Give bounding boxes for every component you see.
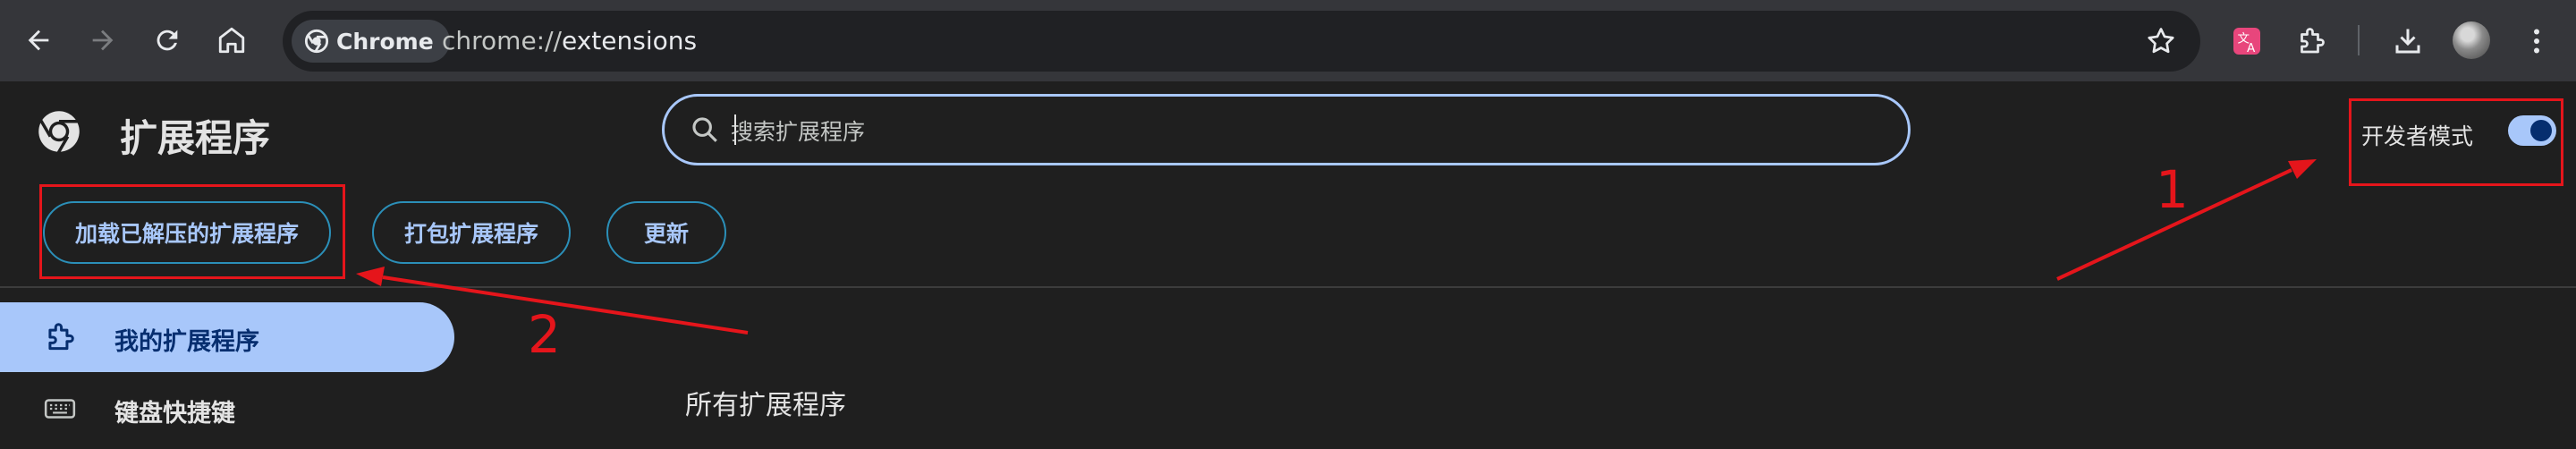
home-button[interactable] — [208, 16, 256, 64]
pack-extension-button[interactable]: 打包扩展程序 — [372, 201, 571, 264]
extensions-puzzle-icon[interactable] — [2290, 20, 2333, 63]
extensions-header: 扩展程序 开发者模式 加载已解压的扩展程序 打包扩展程序 更新 — [0, 81, 2576, 287]
address-bar[interactable]: Chrome chrome://extensions — [283, 11, 2200, 72]
sidebar-item-label: 我的扩展程序 — [114, 328, 259, 356]
toolbar-separator — [2358, 25, 2360, 55]
keyboard-icon — [44, 399, 76, 419]
chrome-logo-icon — [304, 29, 329, 54]
url-scheme: chrome:// — [442, 26, 562, 55]
forward-arrow-icon — [92, 30, 114, 51]
more-menu-icon[interactable] — [2515, 20, 2558, 63]
download-icon[interactable] — [2386, 20, 2429, 63]
url-host: extensions — [561, 26, 698, 55]
svg-text:A: A — [2247, 41, 2256, 55]
all-extensions-heading: 所有扩展程序 — [685, 390, 846, 421]
text-caret — [734, 114, 736, 145]
reload-button[interactable] — [143, 16, 191, 64]
forward-button[interactable] — [79, 16, 127, 64]
profile-avatar[interactable] — [2453, 21, 2490, 59]
back-button[interactable] — [14, 16, 63, 64]
annotation-box-dev-mode — [2349, 98, 2563, 186]
sidebar-item-keyboard-shortcuts[interactable]: 键盘快捷键 — [0, 374, 454, 444]
back-arrow-icon — [28, 30, 49, 51]
browser-toolbar: Chrome chrome://extensions 文 A — [0, 0, 2576, 81]
url-text: chrome://extensions — [442, 11, 697, 72]
annotation-label-1: 1 — [2156, 159, 2189, 220]
home-icon — [218, 27, 245, 54]
sidebar-item-my-extensions[interactable]: 我的扩展程序 — [0, 302, 454, 372]
header-divider — [0, 286, 2576, 288]
bookmark-star-icon[interactable] — [2145, 25, 2177, 57]
reload-icon — [157, 30, 178, 51]
update-button[interactable]: 更新 — [606, 201, 726, 264]
translate-extension-icon[interactable]: 文 A — [2225, 20, 2268, 63]
chrome-logo-icon — [38, 111, 80, 154]
page-title: 扩展程序 — [120, 116, 271, 160]
search-icon — [692, 117, 717, 142]
search-box[interactable] — [662, 94, 1911, 165]
annotation-label-2: 2 — [528, 304, 561, 365]
sidebar-item-label: 键盘快捷键 — [114, 400, 235, 428]
annotation-box-load-unpacked — [39, 184, 345, 279]
chrome-chip[interactable]: Chrome — [292, 20, 450, 63]
chip-label: Chrome — [336, 28, 434, 55]
puzzle-icon — [48, 323, 74, 351]
search-input[interactable] — [729, 111, 1877, 152]
